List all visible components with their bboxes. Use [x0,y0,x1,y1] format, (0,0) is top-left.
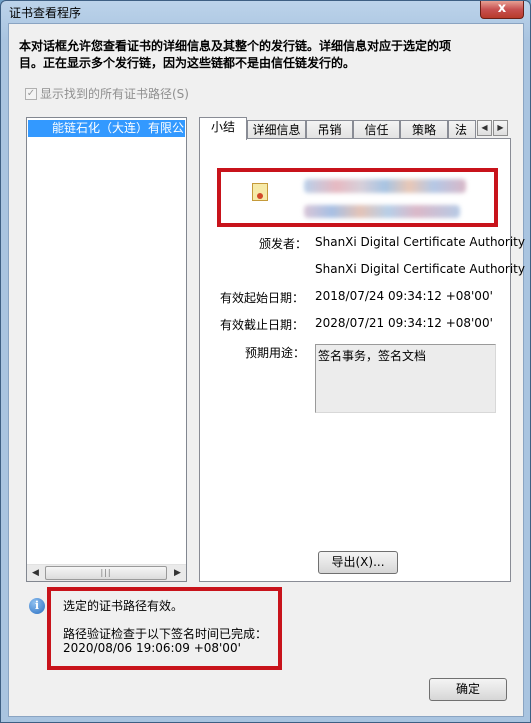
redacted-subject-detail [304,205,460,218]
close-button[interactable]: x [480,1,524,19]
valid-from-value: 2018/07/24 09:34:12 +08'00' [315,289,493,303]
tab-legal[interactable]: 法 [448,120,476,139]
redacted-subject-name [304,179,466,193]
scroll-left-arrow-icon[interactable]: ◀ [27,565,44,581]
purpose-label: 预期用途： [245,346,306,360]
intro-text: 本对话框允许您查看证书的详细信息及其整个的发行链。详细信息对应于选定的项 目。正… [19,38,519,72]
tree-horizontal-scrollbar[interactable]: ◀ ||| ▶ [27,564,186,581]
dialog-client-area: 本对话框允许您查看证书的详细信息及其整个的发行链。详细信息对应于选定的项 目。正… [8,23,525,717]
valid-to-label: 有效截止日期： [220,318,305,332]
tab-trust[interactable]: 信任 [353,120,400,139]
title-bar[interactable]: 证书查看程序 x [1,1,530,23]
tab-policies[interactable]: 策略 [400,120,448,139]
certificate-path-tree[interactable]: 能链石化（大连）有限公 ◀ ||| ▶ [26,117,187,582]
show-all-paths-label: 显示找到的所有证书路径(S) [40,87,189,101]
certificate-icon [252,183,268,201]
ok-button[interactable]: 确定 [429,678,507,701]
tree-item-certificate[interactable]: 能链石化（大连）有限公 [28,120,185,137]
purpose-value: 签名事务，签名文档 [318,349,427,363]
scroll-right-arrow-icon[interactable]: ▶ [169,565,186,581]
info-icon: i [29,598,45,614]
window-title: 证书查看程序 [9,6,82,20]
tab-scroll-left-icon[interactable]: ◀ [477,120,492,136]
tab-summary[interactable]: 小结 [199,117,247,140]
intro-line-1: 本对话框允许您查看证书的详细信息及其整个的发行链。详细信息对应于选定的项 [19,39,452,53]
valid-from-label: 有效起始日期： [220,291,305,305]
intro-line-2: 目。正在显示多个发行链，因为这些链都不是由信任链发行的。 [19,56,356,70]
export-button[interactable]: 导出(X)... [318,551,398,574]
tab-scroll-right-icon[interactable]: ▶ [493,120,508,136]
tab-details[interactable]: 详细信息 [247,120,306,139]
summary-panel: 颁发者： ShanXi Digital Certificate Authorit… [199,138,525,582]
purpose-textbox[interactable]: 签名事务，签名文档 [315,344,496,413]
status-valid-text: 选定的证书路径有效。 [63,599,184,613]
show-all-paths-checkbox[interactable]: ✓ 显示找到的所有证书路径(S) [25,85,189,101]
checkbox-check-icon: ✓ [25,87,37,100]
status-time-text: 2020/08/06 19:06:09 +08'00' [63,641,241,655]
scrollbar-thumb[interactable]: ||| [45,566,167,580]
status-check-text: 路径验证检查于以下签名时间已完成： [63,627,268,641]
certificate-viewer-window: 证书查看程序 x 本对话框允许您查看证书的详细信息及其整个的发行链。详细信息对应… [0,0,531,723]
valid-to-value: 2028/07/21 09:34:12 +08'00' [315,316,493,330]
tab-strip: 小结 详细信息 吊销 信任 策略 法 ◀ ▶ [199,117,510,140]
issuer-value: ShanXi Digital Certificate Authority [315,235,525,249]
tab-revocation[interactable]: 吊销 [306,120,353,139]
issuer-label: 颁发者： [259,237,308,251]
issuer-value-2: ShanXi Digital Certificate Authority [315,262,525,276]
